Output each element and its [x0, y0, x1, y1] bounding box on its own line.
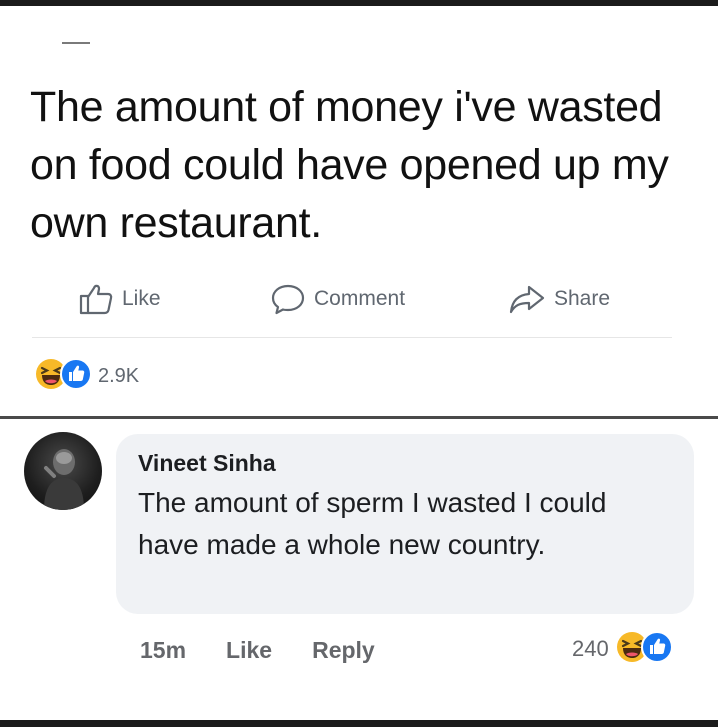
thumbs-up-icon	[78, 282, 114, 316]
comment-timestamp[interactable]: 15m	[140, 637, 186, 664]
dash-mark	[62, 42, 90, 44]
share-button[interactable]: Share	[508, 276, 610, 322]
like-icon	[640, 630, 673, 668]
comment-author[interactable]: Vineet Sinha	[138, 450, 276, 477]
comment-like-button[interactable]: Like	[226, 637, 272, 664]
post-reactions-summary[interactable]: 2.9K	[34, 357, 140, 395]
top-frame-bar	[0, 0, 718, 6]
comment-label: Comment	[314, 287, 406, 310]
share-arrow-icon	[508, 282, 546, 316]
bottom-frame-bar	[0, 720, 718, 727]
comment-bubble-icon	[270, 282, 306, 316]
like-button[interactable]: Like	[78, 276, 161, 322]
section-divider	[0, 416, 718, 419]
like-icon	[60, 357, 92, 395]
post-reaction-count: 2.9K	[98, 364, 140, 387]
comment-button[interactable]: Comment	[270, 276, 405, 322]
comment-bubble: Vineet Sinha The amount of sperm I waste…	[116, 434, 694, 614]
post-action-bar: Like Comment Share	[0, 276, 718, 322]
comment-text: The amount of sperm I wasted I could hav…	[138, 487, 607, 560]
avatar[interactable]	[24, 432, 102, 510]
comment-reply-button[interactable]: Reply	[312, 637, 375, 664]
comment-meta: 15m Like Reply	[140, 632, 415, 668]
post-text: The amount of money i've wasted on food …	[30, 83, 669, 247]
comment-reactions-summary[interactable]: 240	[572, 630, 673, 668]
comment-reaction-count: 240	[572, 636, 609, 661]
post-divider	[32, 337, 672, 338]
share-label: Share	[554, 287, 611, 310]
like-label: Like	[122, 287, 161, 310]
